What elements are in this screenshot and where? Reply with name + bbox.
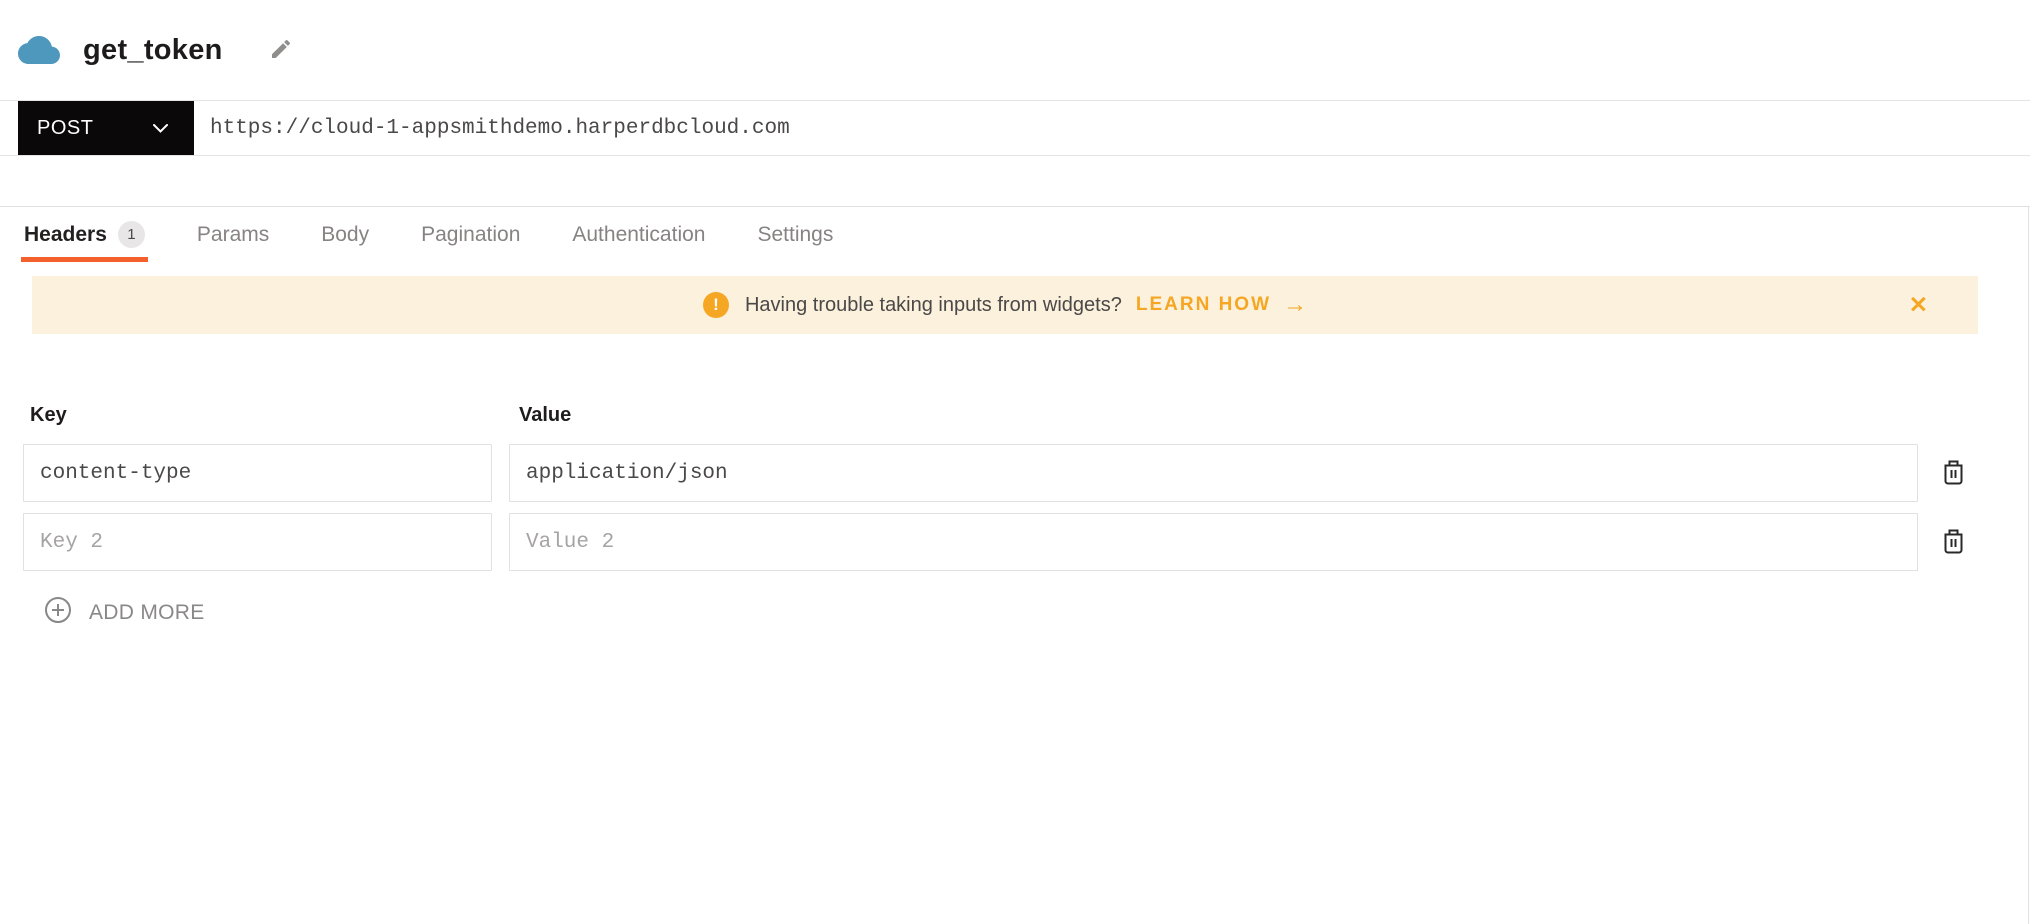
warning-icon: ! <box>702 292 729 318</box>
learn-how-link[interactable]: LEARN HOW → <box>1136 291 1307 319</box>
add-more-label: ADD MORE <box>89 601 205 624</box>
headers-count-badge: 1 <box>117 221 145 248</box>
request-bar: POST https://cloud-1-appsmithdemo.harper… <box>0 100 2030 156</box>
cloud-api-icon <box>18 36 60 64</box>
edit-name-button[interactable] <box>269 37 293 64</box>
learn-how-label: LEARN HOW <box>1135 294 1272 315</box>
add-more-button[interactable]: ADD MORE <box>44 596 205 630</box>
trash-icon <box>1942 459 1965 488</box>
tab-authentication[interactable]: Authentication <box>572 207 705 262</box>
header-value-input[interactable] <box>509 513 1918 571</box>
tab-settings[interactable]: Settings <box>757 207 833 262</box>
banner-message: Having trouble taking inputs from widget… <box>744 293 1122 316</box>
delete-row-button[interactable] <box>1938 527 1968 557</box>
delete-row-button[interactable] <box>1938 458 1968 488</box>
pencil-icon <box>269 37 293 64</box>
plus-circle-icon <box>44 596 72 630</box>
close-icon: ✕ <box>1908 291 1928 318</box>
tab-label: Headers <box>24 222 107 246</box>
tab-label: Settings <box>757 222 834 246</box>
help-banner: ! Having trouble taking inputs from widg… <box>32 276 1978 334</box>
page-title: get_token <box>83 33 223 66</box>
key-column-label: Key <box>30 404 67 426</box>
header-key-input[interactable] <box>23 444 492 502</box>
header-key-input[interactable] <box>23 513 492 571</box>
method-label: POST <box>37 116 94 139</box>
header-value-input[interactable] <box>509 444 1918 502</box>
tab-label: Authentication <box>572 222 706 246</box>
banner-close-button[interactable]: ✕ <box>1908 291 1928 318</box>
tab-label: Params <box>196 222 270 246</box>
method-dropdown[interactable]: POST <box>18 101 194 155</box>
tab-params[interactable]: Params <box>197 207 269 262</box>
value-column-label: Value <box>519 404 572 426</box>
url-input[interactable]: https://cloud-1-appsmithdemo.harperdbclo… <box>194 101 2030 155</box>
trash-icon <box>1942 528 1965 557</box>
tab-bar: Headers 1 Params Body Pagination Authent… <box>0 206 2030 262</box>
tab-pagination[interactable]: Pagination <box>421 207 520 262</box>
pane-divider <box>2028 207 2029 924</box>
tab-label: Pagination <box>421 222 521 246</box>
tab-body[interactable]: Body <box>321 207 369 262</box>
tab-headers[interactable]: Headers 1 <box>21 207 148 262</box>
api-editor: get_token POST https://cloud-1-appsmithd… <box>0 0 2030 924</box>
arrow-right-icon: → <box>1283 291 1308 318</box>
chevron-down-icon <box>153 121 168 136</box>
editor-header: get_token <box>0 0 2030 100</box>
tab-label: Body <box>321 222 370 246</box>
